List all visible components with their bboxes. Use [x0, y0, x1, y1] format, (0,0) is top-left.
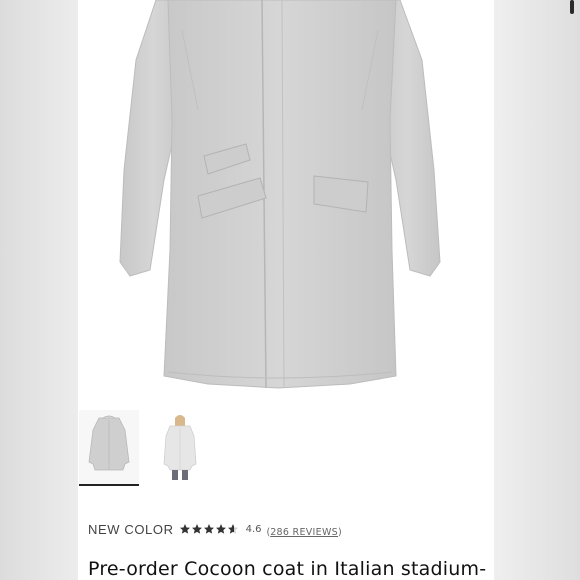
thumbnail-strip — [78, 408, 494, 490]
new-color-badge: NEW COLOR — [88, 521, 174, 537]
star-icon — [203, 524, 214, 534]
rating-value: 4.6 — [245, 523, 262, 535]
star-rating — [179, 523, 239, 535]
scrollbar[interactable] — [570, 0, 574, 14]
background-blur-left — [0, 0, 78, 580]
star-half-icon — [227, 524, 238, 534]
star-icon — [191, 524, 202, 534]
star-icon — [179, 524, 190, 534]
reviews-link[interactable]: 286 REVIEWS — [270, 527, 338, 538]
product-main-image[interactable] — [78, 0, 494, 405]
thumbnail-front-view[interactable] — [79, 410, 139, 486]
star-icon — [215, 524, 226, 534]
product-meta-row: NEW COLOR 4.6 (286 REVIEWS) — [88, 521, 342, 538]
product-title: Pre-order Cocoon coat in Italian stadium… — [88, 558, 487, 580]
product-panel: NEW COLOR 4.6 (286 REVIEWS) Pre-order Co… — [78, 0, 494, 580]
thumbnail-model-view[interactable] — [150, 410, 210, 484]
background-blur-right — [494, 0, 580, 580]
